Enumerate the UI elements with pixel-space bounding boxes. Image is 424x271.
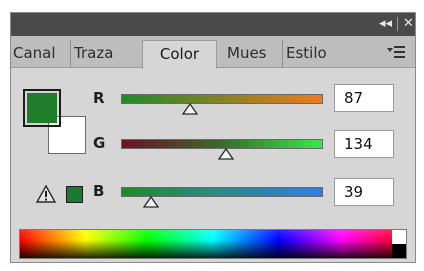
channel-label-r: R <box>93 89 105 107</box>
slider-g[interactable] <box>121 139 323 160</box>
slider-thumb-g[interactable] <box>218 148 235 160</box>
tab-muestras[interactable]: Mues <box>225 40 283 68</box>
panel-menu-icon[interactable] <box>387 45 409 61</box>
color-ramp[interactable] <box>19 229 407 259</box>
ramp-white-swatch[interactable] <box>392 230 406 244</box>
tab-trazados[interactable]: Traza <box>72 40 125 68</box>
out-of-gamut-swatch[interactable] <box>66 186 83 203</box>
ramp-black-swatch[interactable] <box>392 244 406 258</box>
value-field-b[interactable]: 39 <box>334 178 394 206</box>
close-icon[interactable]: ✕ <box>403 15 414 33</box>
foreground-color-swatch[interactable] <box>23 89 61 127</box>
tab-color[interactable]: Color <box>142 40 217 69</box>
value-field-g[interactable]: 134 <box>334 130 394 158</box>
warning-triangle-icon[interactable] <box>35 184 57 203</box>
color-panel: ◂◂ ✕ Canal Traza Color Mues Estilo R 87 … <box>10 12 416 263</box>
value-field-r[interactable]: 87 <box>334 84 394 112</box>
slider-thumb-b[interactable] <box>143 196 160 208</box>
tab-estilos[interactable]: Estilo <box>284 40 350 68</box>
collapse-icon[interactable]: ◂◂ <box>379 15 392 33</box>
channel-label-b: B <box>93 182 105 200</box>
channel-label-g: G <box>93 134 106 152</box>
tab-canales[interactable]: Canal <box>11 40 71 68</box>
slider-b[interactable] <box>121 187 323 208</box>
slider-r[interactable] <box>121 94 323 115</box>
slider-thumb-r[interactable] <box>181 103 198 115</box>
panel-tabs: Canal Traza Color Mues Estilo <box>11 36 415 69</box>
titlebar-divider <box>397 17 398 31</box>
panel-titlebar: ◂◂ ✕ <box>11 13 415 36</box>
